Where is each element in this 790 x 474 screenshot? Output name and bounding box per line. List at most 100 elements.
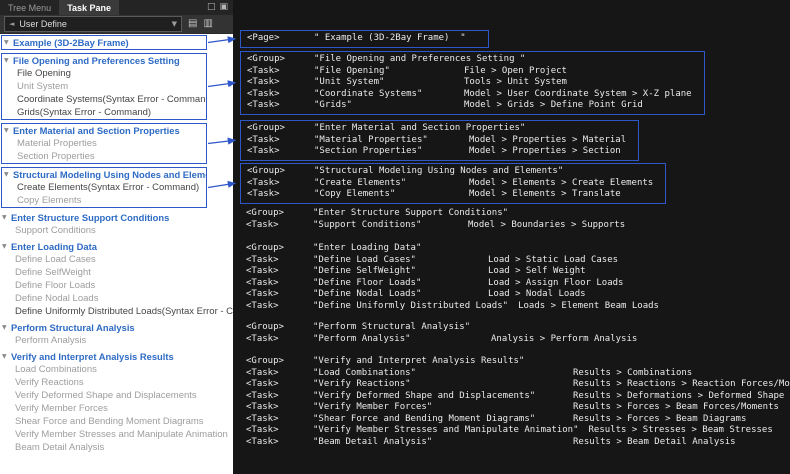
tab-task-pane[interactable]: Task Pane <box>59 0 120 15</box>
tree-item[interactable]: Load Combinations <box>0 363 233 376</box>
code-tag: <Task> <box>247 65 280 76</box>
code-menu-path: Model > Grids > Define Point Grid <box>464 100 643 110</box>
code-tag: <Task> <box>247 100 280 110</box>
code-tag: <Task> <box>246 300 279 311</box>
tree-item[interactable]: Copy Elements <box>2 194 206 207</box>
panel-tabbar: Tree Menu Task Pane □ ▣ <box>0 0 233 15</box>
tree-item[interactable]: Section Properties <box>2 150 206 163</box>
tree-section: ▼ Perform Structural Analysis Perform Anal… <box>0 321 233 347</box>
code-tag: <Group> <box>247 123 285 133</box>
expand-all-icon[interactable]: ▤ <box>188 19 197 29</box>
tree-item-label: Verify Member Forces <box>15 403 108 414</box>
tree-item-label: File Opening <box>17 68 71 79</box>
code-group-block: <Group> "Perform Structural Analysis" <Tas… <box>246 322 637 345</box>
tree-item[interactable]: Grids(Syntax Error - Command) <box>2 106 206 119</box>
code-menu-path: Model > Boundaries > Supports <box>468 219 626 230</box>
tree-group-label: Perform Structural Analysis <box>11 322 135 333</box>
code-tag: <Task> <box>246 333 279 344</box>
code-task-name: "Copy Elements" <box>314 189 396 199</box>
code-task-name: "Define Load Cases" <box>313 254 416 265</box>
collapse-icon[interactable]: ▼ <box>2 350 11 363</box>
tab-tree-menu[interactable]: Tree Menu <box>0 0 59 15</box>
collapse-icon[interactable]: ▼ <box>4 124 13 137</box>
tree-item[interactable]: Perform Analysis <box>0 334 233 347</box>
tree-group-label: Structural Modeling Using Nodes and Elem… <box>13 169 206 180</box>
code-line: <Task> "Define SelfWeight" Load > Self Wei… <box>246 266 659 278</box>
tree-item-label: Define Uniformly Distributed Loads(Synta… <box>15 306 233 317</box>
code-line: <Task> "Material Properties" Model > Prope… <box>247 135 626 147</box>
tree-item-label: Perform Analysis <box>15 335 87 346</box>
tree-item[interactable]: Shear Force and Bending Moment Diagrams <box>0 415 233 428</box>
tree-item[interactable]: Unit System <box>2 80 206 93</box>
tree-item[interactable]: Create Elements(Syntax Error - Command) <box>2 181 206 194</box>
collapse-icon[interactable]: ▼ <box>2 240 11 253</box>
code-line: <Task> "Verify Reactions" Results > Reacti… <box>246 379 790 391</box>
tree-group-header[interactable]: ▼ Enter Material and Section Properties <box>2 124 206 137</box>
tree-item-label: Verify Member Stresses and Manipulate An… <box>15 429 228 440</box>
code-line: <Task> "Unit System" Tools > Unit System <box>247 77 692 89</box>
code-task-name: "Define Floor Loads" <box>313 277 422 288</box>
code-tag: <Task> <box>246 289 279 299</box>
code-line: <Task> "Create Elements" Model > Elements … <box>247 178 653 190</box>
collapse-all-icon[interactable]: ▥ <box>203 19 212 29</box>
tree-item[interactable]: Define Floor Loads <box>0 279 233 292</box>
tree-section: ▼ Enter Loading Data Define Load Cases Defi… <box>0 240 233 318</box>
tree-item[interactable]: Verify Deformed Shape and Displacements <box>0 389 233 402</box>
tree-item[interactable]: Define Load Cases <box>0 253 233 266</box>
code-task-name: "File Opening and Preferences Setting " <box>314 54 526 64</box>
code-tag: <Task> <box>246 402 279 412</box>
code-menu-path: Load > Static Load Cases <box>488 254 619 265</box>
collapse-icon[interactable]: ▼ <box>2 321 11 334</box>
annotation-box: ▼ Example (3D-2Bay Frame) <box>1 35 207 50</box>
tree-group-header[interactable]: ▼ Enter Loading Data <box>0 240 233 253</box>
code-line: <Group> "Enter Material and Section Prope… <box>247 123 626 135</box>
code-menu-path: Results > Reactions > Reaction Forces/Mo… <box>573 379 790 389</box>
code-task-name: "Enter Loading Data" <box>313 243 422 253</box>
annotation-box: <Group> "Enter Material and Section Prope… <box>240 120 640 161</box>
tree-item[interactable]: Coordinate Systems(Syntax Error - Comman… <box>2 93 206 106</box>
tree-group-header[interactable]: ▼ File Opening and Preferences Setting <box>2 54 206 67</box>
tree-item-label: Define Floor Loads <box>15 280 96 291</box>
tree-item[interactable]: Verify Member Stresses and Manipulate An… <box>0 428 233 441</box>
code-task-name: "Verify Member Stresses and Manipulate A… <box>313 425 579 435</box>
tree-group-header[interactable]: ▼ Verify and Interpret Analysis Results <box>0 350 233 363</box>
collapse-icon[interactable]: ▼ <box>4 36 13 49</box>
code-task-name: "Define Nodal Loads" <box>313 289 422 299</box>
code-task-name: "Unit System" <box>314 77 385 87</box>
tree-item[interactable]: Support Conditions <box>0 224 233 237</box>
collapse-icon[interactable]: ▼ <box>4 54 13 67</box>
tree-item[interactable]: Beam Detail Analysis <box>0 441 233 454</box>
dock-window-icon[interactable]: ▣ <box>219 3 228 12</box>
tree-group-header[interactable]: ▼ Structural Modeling Using Nodes and Ele… <box>2 168 206 181</box>
code-task-name: "Define SelfWeight" <box>313 266 416 276</box>
tree-group-header[interactable]: ▼ Example (3D-2Bay Frame) <box>2 36 206 49</box>
tree-item-label: Material Properties <box>17 138 97 149</box>
preset-dropdown[interactable]: ◄ User Define ▼ <box>4 16 182 32</box>
code-tag: <Task> <box>247 146 280 156</box>
float-window-icon[interactable]: □ <box>207 3 216 12</box>
code-task-name: "Verify Reactions" <box>313 379 411 389</box>
tree-group-header[interactable]: ▼ Perform Structural Analysis <box>0 321 233 334</box>
code-menu-path: File > Open Project <box>464 65 567 76</box>
tree-item[interactable]: Material Properties <box>2 137 206 150</box>
tree-item[interactable]: Define Nodal Loads <box>0 292 233 305</box>
tree-item[interactable]: Verify Reactions <box>0 376 233 389</box>
tree-group-header[interactable]: ▼ Enter Structure Support Conditions <box>0 211 233 224</box>
code-menu-path: Tools > Unit System <box>464 77 567 87</box>
collapse-icon[interactable]: ▼ <box>4 168 13 181</box>
task-pane-window: Tree Menu Task Pane □ ▣ ◄ User Define ▼ … <box>0 0 233 474</box>
tree-item[interactable]: File Opening <box>2 67 206 80</box>
tree-item[interactable]: Define SelfWeight <box>0 266 233 279</box>
collapse-icon[interactable]: ▼ <box>2 211 11 224</box>
tree-item-label: Unit System <box>17 81 69 92</box>
tree-item[interactable]: Define Uniformly Distributed Loads(Synta… <box>0 305 233 318</box>
code-menu-path: Model > Elements > Create Elements <box>469 177 654 188</box>
code-task-name: "Coordinate Systems" <box>314 88 423 99</box>
code-line: <Task> "Define Uniformly Distributed Load… <box>246 301 659 313</box>
tree-item-label: Define SelfWeight <box>15 267 91 278</box>
tree-group-label: Enter Loading Data <box>11 241 97 252</box>
code-task-name: "Verify Deformed Shape and Displacements… <box>313 390 536 401</box>
code-tag: <Group> <box>246 208 284 218</box>
code-task-name: "Shear Force and Bending Moment Diagrams… <box>313 413 536 424</box>
tree-item[interactable]: Verify Member Forces <box>0 402 233 415</box>
